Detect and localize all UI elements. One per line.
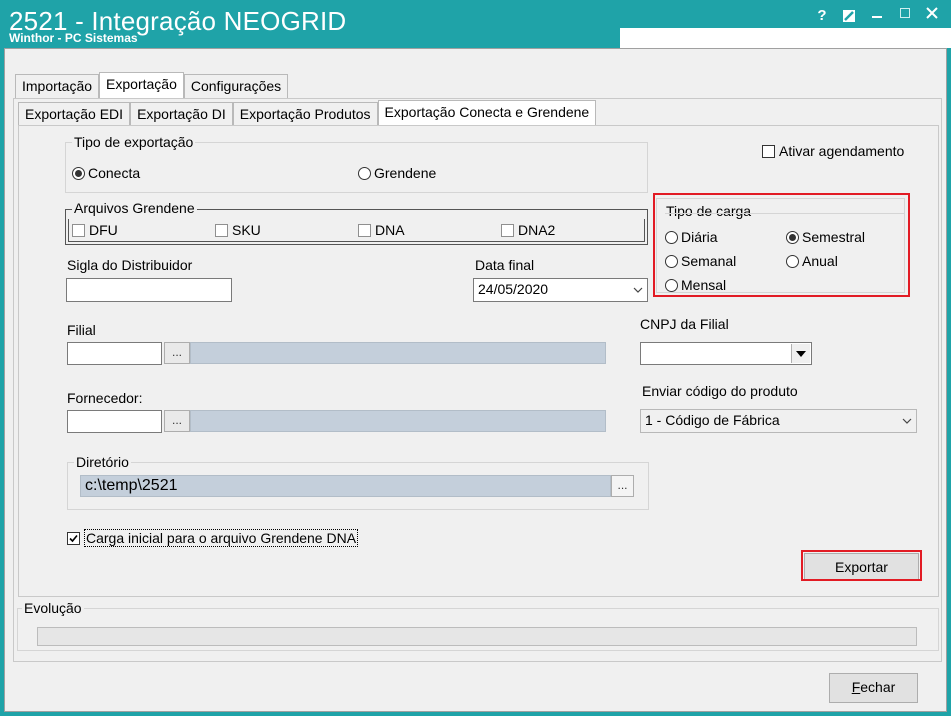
cnpj-dropdown-icon[interactable] <box>791 344 810 363</box>
data-final-picker[interactable]: 24/05/2020 <box>473 278 648 302</box>
checkbox-dna2-label: DNA2 <box>518 222 556 238</box>
data-final-label: Data final <box>475 257 535 273</box>
fornecedor-description <box>190 410 606 432</box>
maximize-icon[interactable] <box>894 6 916 26</box>
enviar-codigo-value: 1 - Código de Fábrica <box>645 412 780 428</box>
checkbox-dna-box <box>358 223 371 237</box>
checkbox-dna[interactable]: DNA <box>358 222 405 238</box>
radio-conecta[interactable]: Conecta <box>72 165 140 181</box>
diretorio-browse-button[interactable]: ... <box>611 475 634 497</box>
sigla-input[interactable] <box>66 278 232 302</box>
filial-label: Filial <box>67 322 96 338</box>
ativar-agendamento-box <box>762 144 775 158</box>
title-bar: 2521 - Integração NEOGRID Winthor - PC S… <box>0 0 951 48</box>
ativar-agendamento-label: Ativar agendamento <box>779 143 905 159</box>
checkbox-dna-label: DNA <box>375 222 405 238</box>
minimize-icon[interactable] <box>866 6 888 26</box>
main-tabs: Importação Exportação Configurações <box>15 72 289 101</box>
sigla-label: Sigla do Distribuidor <box>67 257 193 273</box>
tab-exportacao[interactable]: Exportação <box>99 72 184 99</box>
window-subtitle: Winthor - PC Sistemas <box>9 31 138 45</box>
ativar-agendamento-checkbox[interactable]: Ativar agendamento <box>762 143 904 159</box>
diretorio-input[interactable]: c:\temp\2521 <box>80 475 611 497</box>
enviar-codigo-select[interactable]: 1 - Código de Fábrica <box>640 409 917 433</box>
tipo-carga-highlight <box>653 193 910 297</box>
evolucao-progress-bar <box>37 627 917 646</box>
title-bar-blank-area <box>620 28 951 48</box>
app-window: 2521 - Integração NEOGRID Winthor - PC S… <box>0 0 951 716</box>
checkbox-dfu-label: DFU <box>89 222 118 238</box>
tab-importacao[interactable]: Importação <box>15 74 100 98</box>
radio-grendene[interactable]: Grendene <box>358 165 436 181</box>
tab-exportacao-produtos[interactable]: Exportação Produtos <box>232 102 378 126</box>
cnpj-select[interactable] <box>640 342 812 365</box>
exportar-highlight <box>801 550 922 581</box>
fechar-button[interactable]: Fechar <box>829 673 918 703</box>
radio-grendene-label: Grendene <box>374 165 437 181</box>
diretorio-group: Diretório c:\temp\2521 ... <box>67 454 649 510</box>
carga-inicial-checkbox[interactable]: Carga inicial para o arquivo Grendene DN… <box>67 529 359 547</box>
checkbox-dfu[interactable]: DFU <box>72 222 118 238</box>
tipo-exportacao-group: Tipo de exportação Conecta Grendene <box>65 134 648 193</box>
carga-inicial-box <box>67 531 80 545</box>
filial-code-input[interactable] <box>67 342 162 365</box>
checkbox-dfu-box <box>72 223 85 237</box>
arquivos-grendene-legend: Arquivos Grendene <box>72 200 197 216</box>
checkbox-sku-label: SKU <box>232 222 261 238</box>
fornecedor-label: Fornecedor: <box>67 390 143 406</box>
chevron-down-icon[interactable] <box>633 281 643 298</box>
exportacao-panel: Exportação EDI Exportação DI Exportação … <box>13 98 942 662</box>
fornecedor-search-button[interactable]: ... <box>164 410 190 432</box>
fechar-label: echar <box>860 679 896 695</box>
checkbox-sku[interactable]: SKU <box>215 222 261 238</box>
conecta-grendene-panel: Tipo de exportação Conecta Grendene Ativ… <box>18 125 939 597</box>
radio-grendene-dot <box>358 166 371 180</box>
tab-exportacao-conecta-grendene[interactable]: Exportação Conecta e Grendene <box>377 100 597 127</box>
checkbox-dna2[interactable]: DNA2 <box>501 222 555 238</box>
client-area: Importação Exportação Configurações Expo… <box>4 48 947 712</box>
filial-search-button[interactable]: ... <box>164 342 190 364</box>
evolucao-legend: Evolução <box>22 600 84 616</box>
carga-inicial-label: Carga inicial para o arquivo Grendene DN… <box>84 529 359 547</box>
checkbox-sku-box <box>215 223 228 237</box>
tab-exportacao-di[interactable]: Exportação DI <box>130 102 233 126</box>
tab-exportacao-edi[interactable]: Exportação EDI <box>18 102 131 126</box>
arquivos-grendene-frame <box>68 219 645 242</box>
filial-description <box>190 342 606 364</box>
fornecedor-code-input[interactable] <box>67 410 162 433</box>
enviar-codigo-label: Enviar código do produto <box>642 383 798 399</box>
data-final-value: 24/05/2020 <box>478 281 549 297</box>
radio-conecta-label: Conecta <box>88 165 141 181</box>
chevron-down-icon[interactable] <box>902 412 912 429</box>
tipo-exportacao-legend: Tipo de exportação <box>72 134 196 150</box>
diretorio-legend: Diretório <box>74 454 131 470</box>
evolucao-group: Evolução <box>17 600 939 651</box>
tab-configuracoes[interactable]: Configurações <box>183 74 289 98</box>
edit-icon[interactable] <box>838 6 860 26</box>
fechar-accelerator: F <box>851 679 861 695</box>
close-icon[interactable] <box>921 6 943 26</box>
checkbox-dna2-box <box>501 223 514 237</box>
help-icon[interactable]: ? <box>811 6 833 26</box>
arquivos-grendene-group: Arquivos Grendene DFU SKU DNA DNA2 <box>65 200 648 245</box>
cnpj-label: CNPJ da Filial <box>640 316 729 332</box>
radio-conecta-dot <box>72 166 85 180</box>
